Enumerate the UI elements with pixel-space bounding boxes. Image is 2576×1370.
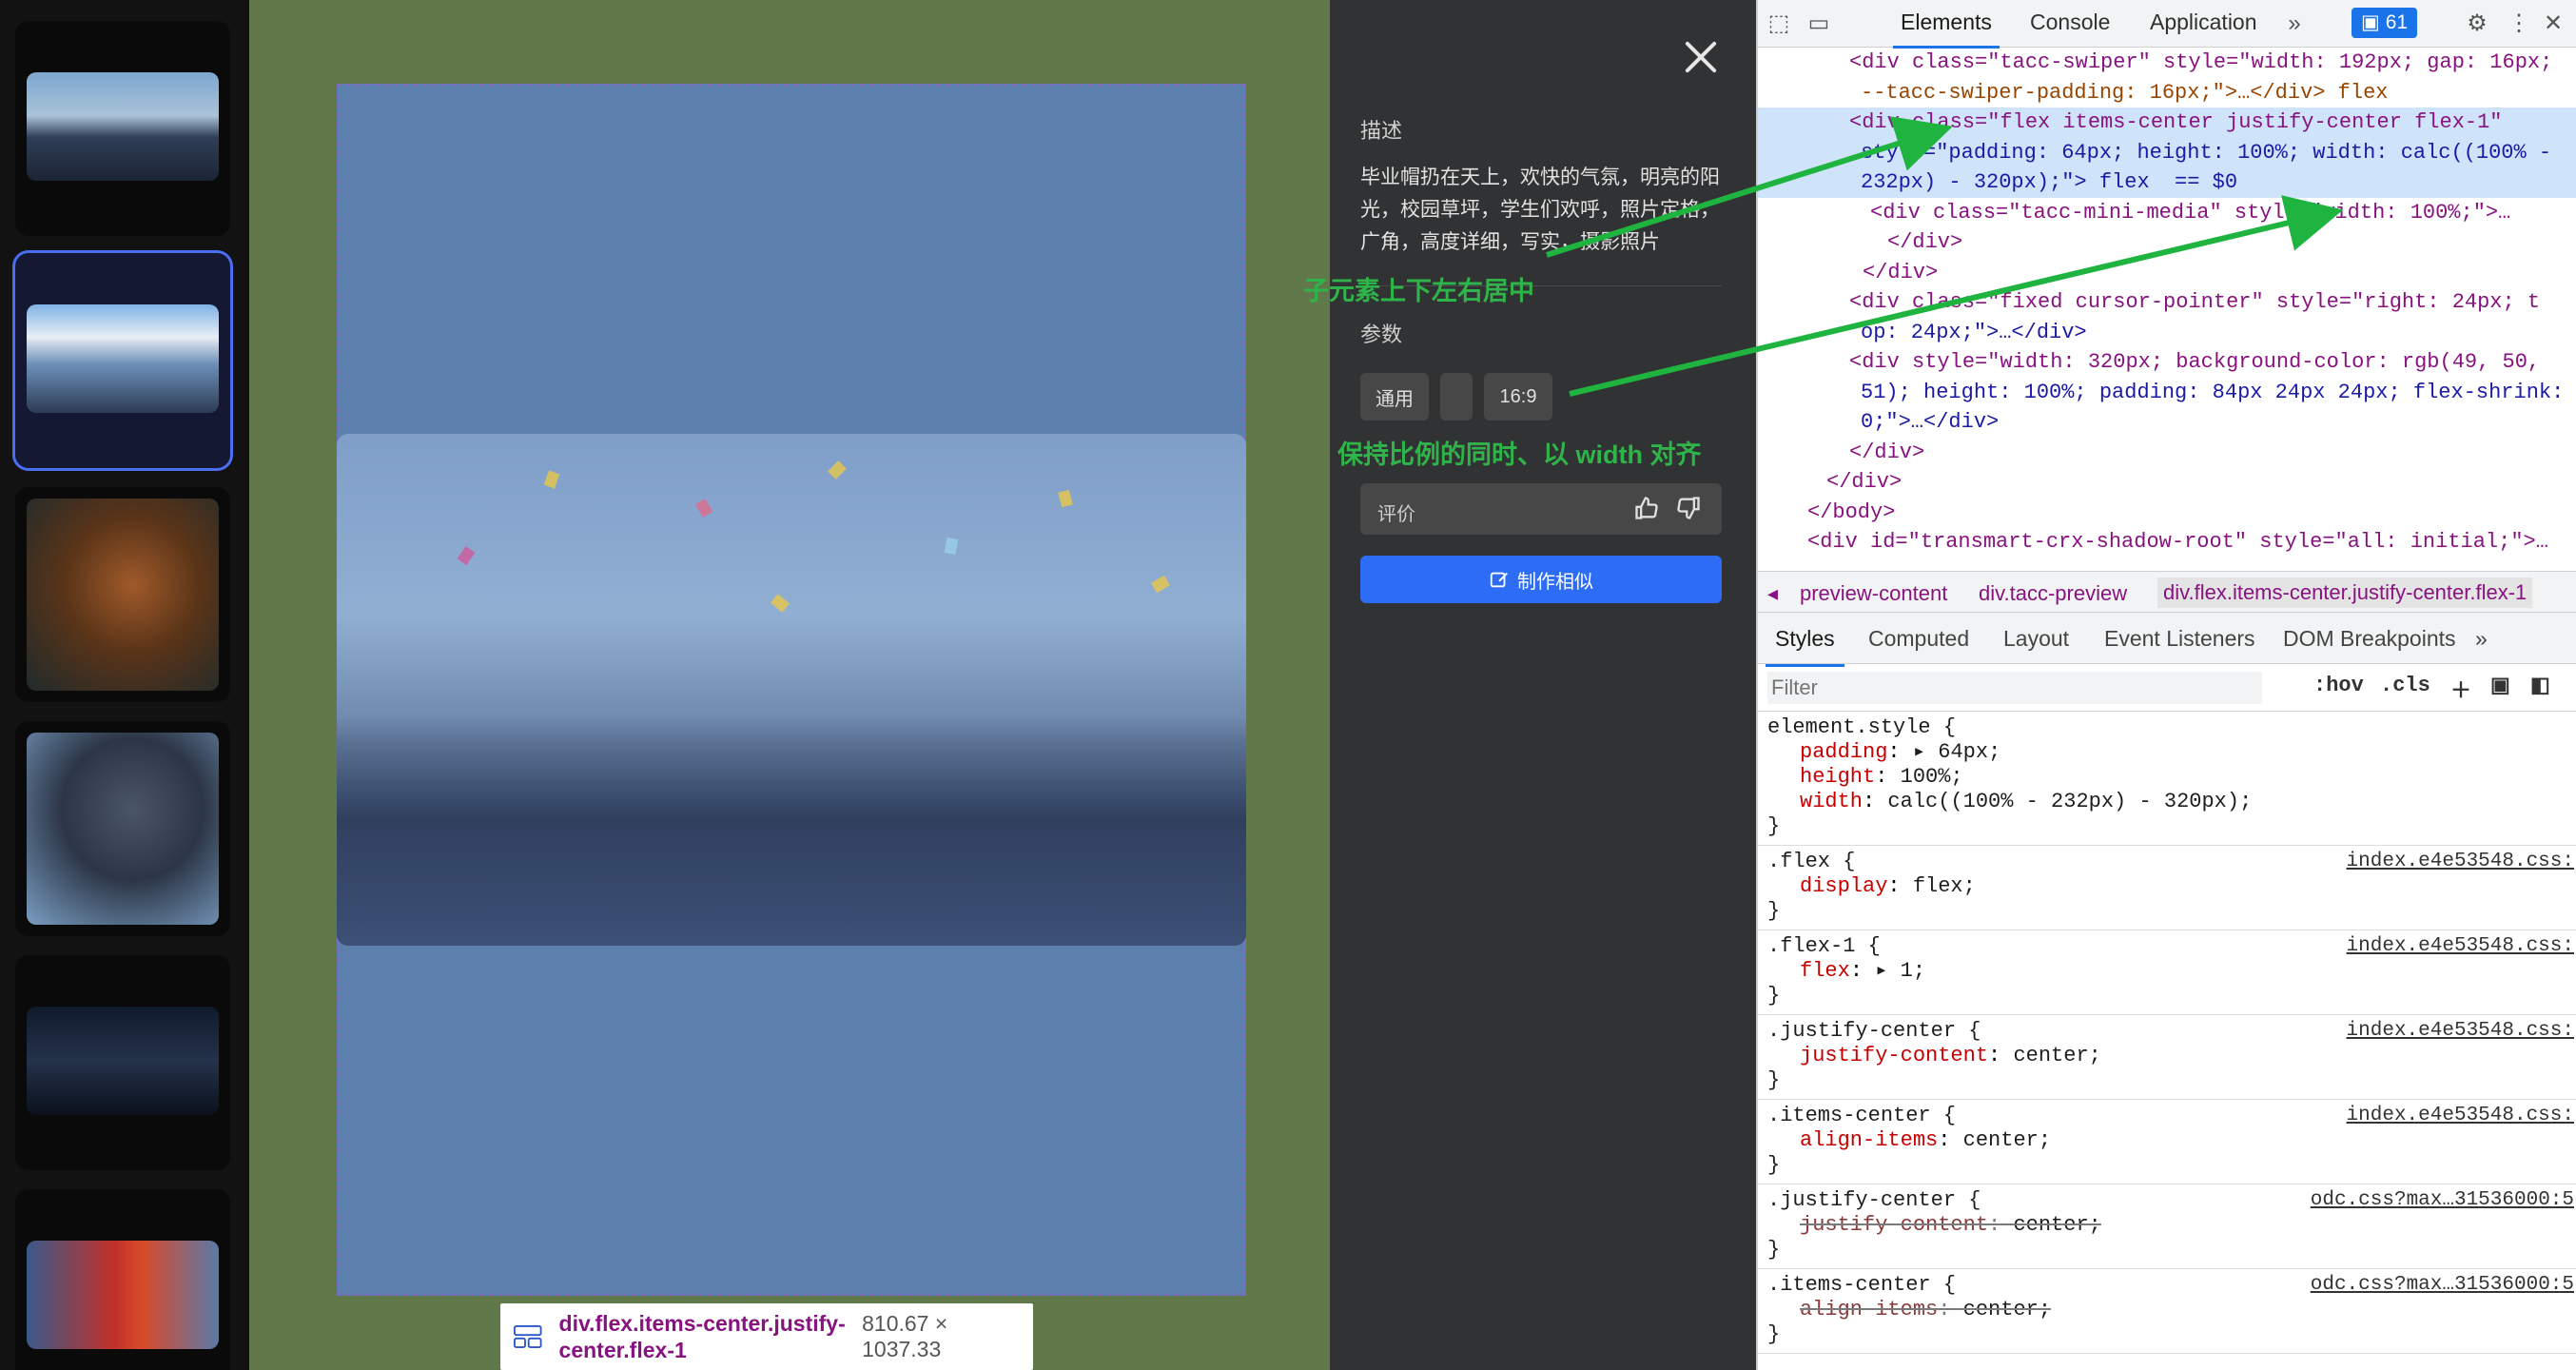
screen: div.flex.items-center.justify-center.fle… — [0, 0, 2576, 1370]
arrow-to-flex-container — [1546, 116, 1953, 258]
arrow-to-mini-media — [1569, 195, 2344, 397]
annotation-arrows — [1546, 116, 2344, 397]
